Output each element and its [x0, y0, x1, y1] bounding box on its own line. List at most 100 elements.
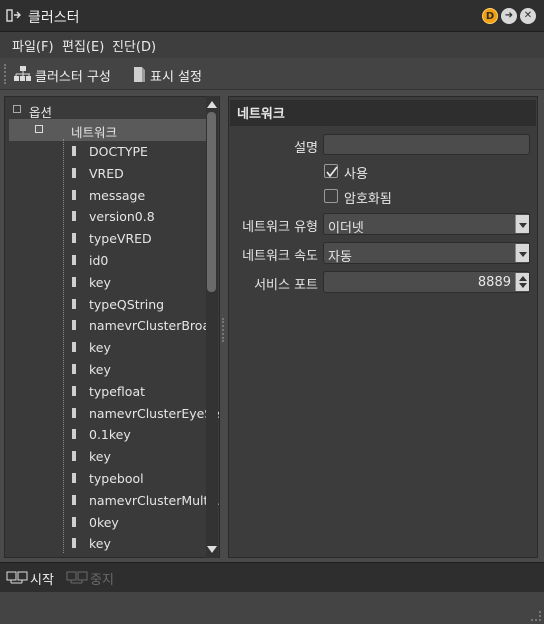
- tree-item[interactable]: typeQString: [5, 294, 205, 316]
- leaf-node-icon: [72, 276, 76, 287]
- tree-item-label: id0: [89, 253, 109, 268]
- tree-item-label: typefloat: [89, 383, 146, 399]
- tree-item-label: 0.1key: [89, 427, 131, 443]
- properties-header: 네트워크: [230, 100, 536, 126]
- tree-item-label: key: [89, 340, 111, 356]
- tree-root[interactable]: 옵션: [5, 99, 205, 121]
- stop-icon[interactable]: [66, 571, 88, 585]
- tree-item[interactable]: key: [5, 272, 205, 294]
- encrypted-label: 암호화됨: [344, 192, 392, 207]
- display-settings-button[interactable]: 표시 설정: [150, 66, 202, 85]
- leaf-node-icon: [72, 451, 76, 462]
- check-icon: [326, 166, 338, 178]
- tree-item[interactable]: DOCTYPE: [5, 141, 205, 163]
- tree-item-label: namevrClusterBroad...: [89, 318, 220, 334]
- leaf-node-icon: [72, 298, 76, 309]
- tree-item-label: namevrClusterMulti...: [89, 492, 220, 508]
- tree-item-label: key: [89, 274, 111, 290]
- scroll-thumb[interactable]: [207, 112, 216, 292]
- leaf-node-icon: [72, 233, 76, 244]
- tree-item[interactable]: namevrClusterBroad...: [5, 315, 219, 337]
- start-icon[interactable]: [6, 571, 28, 585]
- chevron-down-icon[interactable]: [515, 215, 529, 233]
- network-speed-value: 자동: [328, 250, 352, 265]
- tree-item-label: VRED: [89, 165, 124, 181]
- network-node-icon: [35, 125, 43, 133]
- tree-item[interactable]: 0key: [5, 512, 205, 534]
- toolbar-grip[interactable]: [4, 64, 8, 84]
- window-title: 클러스터: [28, 10, 80, 26]
- start-button[interactable]: 시작: [30, 569, 54, 588]
- tree-item[interactable]: namevrClusterMulti...: [5, 490, 219, 512]
- leaf-node-icon: [72, 364, 76, 374]
- network-speed-select[interactable]: 자동: [323, 242, 530, 265]
- status-bar: 시작 중지: [0, 562, 544, 592]
- chevron-down-icon[interactable]: [515, 244, 529, 262]
- service-port-value: 8889: [477, 275, 511, 290]
- stop-button[interactable]: 중지: [90, 569, 114, 588]
- tree-item-label: key: [89, 362, 111, 377]
- menu-diagnose[interactable]: 진단(D): [112, 36, 156, 55]
- leaf-node-icon: [72, 538, 76, 549]
- toolbar: 클러스터 구성 표시 설정: [0, 58, 544, 90]
- leaf-node-icon: [72, 473, 76, 483]
- tree-item[interactable]: typeVRED: [5, 228, 205, 250]
- tree-item-label: key: [89, 536, 111, 552]
- tree-item[interactable]: message: [5, 185, 205, 207]
- network-type-value: 이더넷: [328, 221, 364, 236]
- description-label: 설명: [294, 141, 318, 156]
- leaf-node-icon: [72, 342, 76, 353]
- use-label: 사용: [344, 167, 368, 182]
- scroll-down-icon[interactable]: [207, 546, 217, 553]
- menu-bar: 파일(F) 편집(E) 진단(D): [0, 32, 544, 58]
- tree-item[interactable]: key: [5, 533, 205, 555]
- tree-item-network[interactable]: 네트워크: [9, 119, 209, 141]
- leaf-node-icon: [72, 385, 76, 396]
- tree-item[interactable]: 0.1key: [5, 424, 205, 446]
- cluster-config-button[interactable]: 클러스터 구성: [35, 66, 111, 85]
- cluster-config-icon[interactable]: [14, 66, 32, 82]
- collapse-icon[interactable]: [13, 105, 21, 113]
- resize-grip-icon[interactable]: [531, 611, 541, 621]
- leaf-node-icon: [72, 189, 76, 200]
- menu-edit[interactable]: 편집(E): [62, 36, 104, 55]
- panel-splitter[interactable]: [222, 318, 226, 342]
- leaf-node-icon: [72, 516, 76, 527]
- display-settings-icon[interactable]: [132, 65, 146, 83]
- leaf-node-icon: [72, 320, 76, 331]
- bottom-bar: [0, 592, 544, 624]
- tree-item-label: version0.8: [89, 209, 155, 225]
- cluster-app-icon: [6, 8, 22, 24]
- tree-item[interactable]: key: [5, 337, 205, 359]
- tree-item-label: typeQString: [89, 296, 165, 312]
- options-tree[interactable]: 옵션 네트워크 DOCTYPE VRED message version0.8 type…: [4, 96, 220, 558]
- use-checkbox[interactable]: [324, 164, 338, 178]
- tree-item[interactable]: typebool: [5, 468, 205, 490]
- tree-item[interactable]: typefloat: [5, 381, 205, 403]
- leaf-node-icon: [72, 494, 76, 505]
- tree-item[interactable]: id0: [5, 250, 205, 272]
- leaf-node-icon: [72, 407, 76, 418]
- tree-item-label: DOCTYPE: [89, 144, 148, 159]
- network-type-select[interactable]: 이더넷: [323, 213, 530, 236]
- spin-updown-icon[interactable]: [515, 273, 529, 291]
- tree-item-label: typebool: [89, 471, 144, 486]
- tree-item[interactable]: namevrClusterEyeSe...: [5, 403, 219, 425]
- service-port-label: 서비스 포트: [254, 278, 318, 293]
- tree-item[interactable]: version0.8: [5, 206, 205, 228]
- encrypted-checkbox[interactable]: [324, 189, 338, 203]
- menu-file[interactable]: 파일(F): [12, 36, 54, 55]
- tree-item[interactable]: VRED: [5, 163, 205, 185]
- leaf-node-icon: [72, 167, 76, 178]
- tree-item[interactable]: key: [5, 446, 205, 468]
- close-icon[interactable]: ✕: [520, 8, 536, 24]
- tree-item-label: message: [89, 187, 146, 203]
- description-field[interactable]: [323, 134, 530, 155]
- forward-arrow-icon[interactable]: ➜: [501, 8, 517, 24]
- tree-item[interactable]: key: [5, 359, 205, 381]
- scroll-up-icon[interactable]: [207, 101, 217, 108]
- d-badge-button[interactable]: D: [482, 8, 498, 24]
- service-port-spinbox[interactable]: 8889: [323, 271, 530, 293]
- tree-item-label: 0key: [89, 514, 119, 530]
- network-type-label: 네트워크 유형: [242, 220, 318, 235]
